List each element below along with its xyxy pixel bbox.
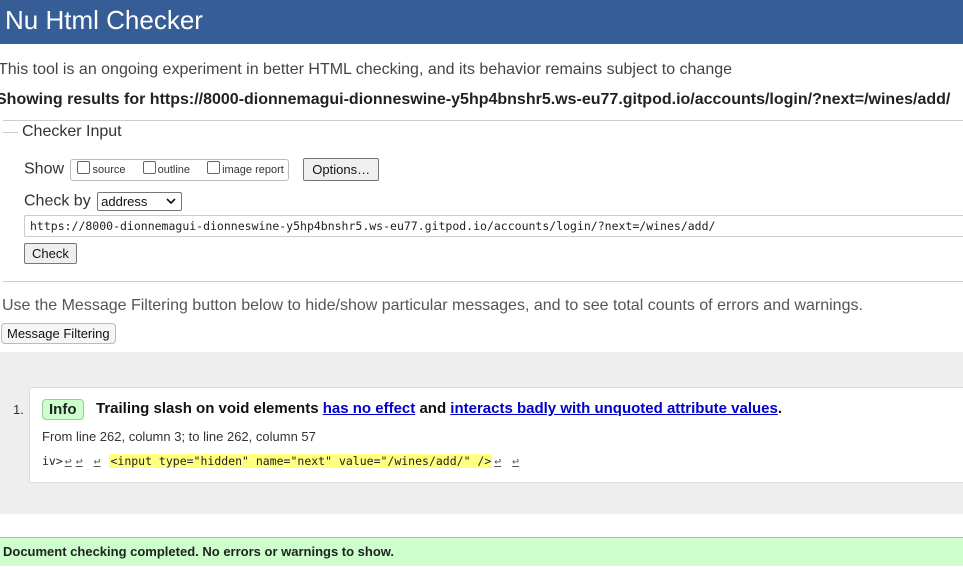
- source-checkbox[interactable]: [77, 160, 91, 174]
- filter-instructions: Use the Message Filtering button below t…: [2, 297, 863, 314]
- check-by-value: address: [101, 194, 148, 209]
- has-no-effect-link[interactable]: has no effect: [323, 400, 416, 417]
- chevron-down-icon: [166, 193, 176, 216]
- checker-input-fieldset: Checker Input Show source outline image …: [3, 120, 963, 282]
- show-options-group: source outline image report: [70, 158, 289, 181]
- show-options-row: Show source outline image report Options…: [24, 158, 380, 181]
- line-break-icon: ↩: [494, 454, 502, 468]
- source-label: source: [92, 163, 126, 176]
- check-button[interactable]: Check: [24, 243, 77, 264]
- message-item: Info Trailing slash on void elements has…: [29, 387, 963, 483]
- interacts-badly-link[interactable]: interacts badly with unquoted attribute …: [450, 400, 778, 417]
- line-break-icon: ↩: [512, 454, 520, 468]
- checker-input-legend: Checker Input: [18, 123, 126, 141]
- message-text-middle: and: [419, 400, 447, 417]
- url-input[interactable]: https://8000-dionnemagui-dionneswine-y5h…: [24, 215, 963, 237]
- app-header: Nu Html Checker: [0, 0, 963, 44]
- info-badge: Info: [42, 399, 84, 420]
- line-break-icon: ↩: [64, 454, 72, 468]
- highlighted-code: <input type="hidden" name="next" value="…: [109, 454, 493, 468]
- check-by-row: Check by address: [24, 192, 183, 211]
- page-title: Nu Html Checker: [5, 5, 203, 35]
- fieldset-border: [3, 132, 19, 133]
- message-text-end: .: [777, 400, 782, 417]
- show-label: Show: [24, 160, 65, 178]
- message-filtering-button[interactable]: Message Filtering: [1, 323, 116, 344]
- outline-checkbox[interactable]: [142, 160, 156, 174]
- check-by-select[interactable]: address: [97, 192, 183, 211]
- message-text: Trailing slash on void elements has no e…: [96, 400, 782, 417]
- message-number: 1.: [13, 402, 24, 417]
- showing-results-heading: Showing results for https://8000-dionnem…: [0, 91, 951, 108]
- check-by-label: Check by: [24, 192, 91, 210]
- results-panel: 1. Info Trailing slash on void elements …: [0, 352, 963, 514]
- message-location: From line 262, column 3; to line 262, co…: [42, 429, 316, 444]
- options-button[interactable]: Options…: [303, 158, 380, 181]
- message-text-start: Trailing slash on void elements: [96, 400, 319, 417]
- intro-text: This tool is an ongoing experiment in be…: [0, 61, 733, 78]
- summary-text: Document checking completed. No errors o…: [3, 544, 395, 559]
- code-extract: iv> ↩ ↩ ↩ <input type="hidden" name="next"…: [42, 454, 521, 468]
- image-report-label: image report: [222, 163, 284, 176]
- image-report-checkbox[interactable]: [207, 160, 221, 174]
- outline-label: outline: [157, 163, 190, 176]
- line-break-icon: ↩: [75, 454, 83, 468]
- extract-prefix: iv>: [42, 454, 63, 468]
- summary-bar: Document checking completed. No errors o…: [0, 537, 963, 566]
- line-break-icon: ↩: [93, 454, 101, 468]
